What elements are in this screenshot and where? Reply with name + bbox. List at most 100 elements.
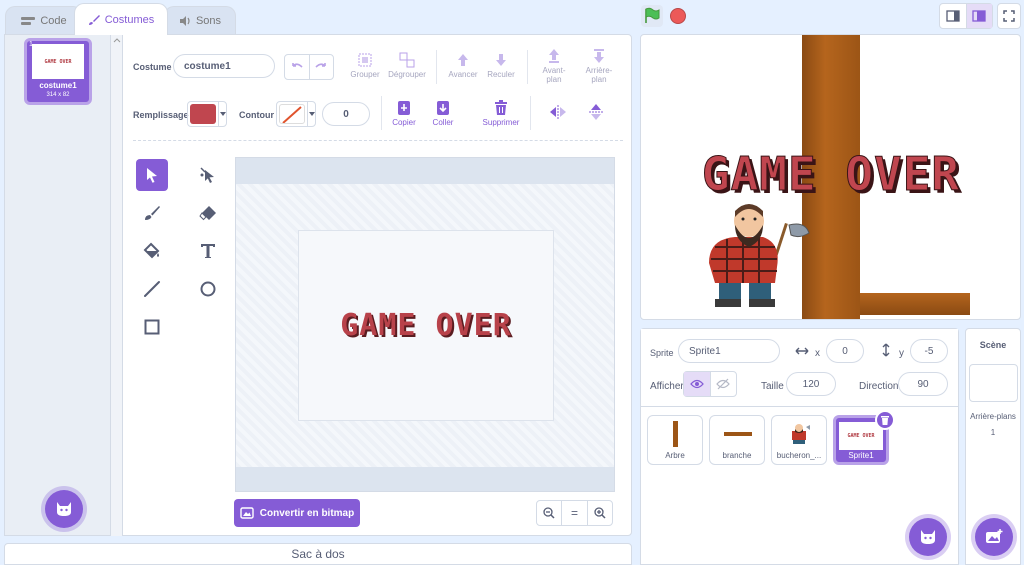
ungroup-button[interactable]: Dégrouper [387, 52, 427, 79]
tab-code[interactable]: Code [5, 6, 83, 34]
costume-item-1[interactable]: 1 GAME OVER costume1 314 x 82 [24, 38, 92, 105]
front-label: Avant- plan [542, 66, 566, 84]
back-label: Arrière- plan [585, 66, 613, 84]
bring-front-icon [549, 49, 559, 63]
drawing-canvas[interactable]: GAME OVER [298, 230, 554, 421]
game-over-sprite[interactable]: GAME OVER [685, 147, 977, 202]
paint-bucket-icon [143, 242, 160, 259]
text-tool[interactable] [192, 235, 224, 267]
circle-tool[interactable] [192, 273, 224, 305]
backdrop-thumbnail[interactable] [969, 364, 1018, 402]
backpack[interactable]: Sac à dos [4, 543, 632, 565]
copy-button[interactable]: Copier [388, 100, 420, 127]
tab-sounds-label: Sons [195, 14, 222, 27]
forward-button[interactable]: Avancer [446, 52, 480, 79]
image-icon [240, 507, 254, 519]
choose-sprite-button[interactable] [909, 518, 947, 556]
show-label: Afficher [650, 381, 684, 392]
stage-game-over-text: GAME OVER [701, 147, 961, 202]
zoom-reset-button[interactable]: = [562, 501, 588, 525]
tab-costumes[interactable]: Costumes [74, 3, 168, 35]
rectangle-tool[interactable] [136, 311, 168, 343]
speaker-icon [179, 15, 190, 26]
scene-title: Scène [979, 340, 1007, 350]
canvas-area[interactable]: GAME OVER [235, 157, 615, 492]
hide-button[interactable] [711, 372, 737, 396]
large-stage-button[interactable] [966, 4, 992, 28]
fullscreen-icon [1003, 10, 1015, 22]
convert-bitmap-button[interactable]: Convertir en bitmap [234, 499, 360, 527]
group-button[interactable]: Grouper [348, 52, 382, 79]
outline-color-picker[interactable] [276, 101, 316, 127]
costume-thumb-text: GAME OVER [44, 58, 72, 65]
toolbar-divider [381, 96, 382, 130]
direction-input[interactable]: 90 [898, 372, 948, 396]
reshape-tool[interactable] [192, 159, 224, 191]
branch-sprite[interactable] [860, 293, 970, 315]
choose-costume-button[interactable] [45, 490, 83, 528]
zoom-controls: = [536, 500, 613, 526]
front-button[interactable]: Avant- plan [537, 48, 571, 84]
x-input[interactable]: 0 [826, 339, 864, 363]
group-label: Grouper [350, 70, 380, 79]
flip-horizontal-button[interactable] [548, 104, 568, 123]
tab-sounds[interactable]: Sons [164, 6, 236, 34]
show-button[interactable] [684, 372, 711, 396]
redo-button[interactable] [310, 55, 334, 79]
sprite-name-input[interactable]: Sprite1 [678, 339, 780, 363]
delete-button[interactable]: Supprimer [480, 100, 522, 127]
line-tool[interactable] [136, 273, 168, 305]
select-tool[interactable] [136, 159, 168, 191]
costume-list-scrollbar[interactable] [110, 34, 122, 536]
sprite-tile-bucheron[interactable]: bucheron_... [771, 415, 827, 465]
sprite-tile-arbre[interactable]: Arbre [647, 415, 703, 465]
costume-name-input[interactable]: costume1 [173, 54, 275, 78]
undo-button[interactable] [285, 55, 310, 79]
lumberjack-thumbnail [792, 424, 810, 444]
sprite-tile-branche[interactable]: branche [709, 415, 765, 465]
backdrop-icon [986, 529, 1003, 543]
costume-thumbnail: GAME OVER [32, 44, 84, 79]
flip-vertical-button[interactable] [588, 102, 604, 125]
fill-tool[interactable] [136, 235, 168, 267]
choose-backdrop-button[interactable] [975, 518, 1013, 556]
lumberjack-sprite[interactable] [705, 203, 821, 311]
back-button[interactable]: Arrière- plan [581, 48, 617, 84]
reshape-icon [200, 167, 214, 183]
fill-color-picker[interactable] [187, 101, 227, 127]
delete-label: Supprimer [482, 118, 520, 127]
small-stage-button[interactable] [940, 4, 967, 28]
zoom-out-button[interactable] [537, 501, 563, 525]
y-input[interactable]: -5 [910, 339, 948, 363]
arrow-up-icon [458, 54, 468, 66]
green-flag-button[interactable] [641, 5, 663, 27]
direction-label: Direction [859, 381, 899, 392]
stage[interactable]: GAME OVER [640, 34, 1021, 320]
sprite1-thumb-text: GAME OVER [847, 433, 875, 439]
costume-label: Costume [133, 62, 172, 72]
eraser-tool[interactable] [192, 197, 224, 229]
size-input[interactable]: 120 [786, 372, 836, 396]
fullscreen-button[interactable] [997, 3, 1021, 29]
brush-tool[interactable] [136, 197, 168, 229]
outline-width-input[interactable]: 0 [322, 102, 370, 126]
sprite-name-branche: branche [722, 451, 752, 460]
large-stage-icon [972, 10, 986, 22]
eye-slash-icon [716, 378, 731, 390]
sprite-name-sprite1: Sprite1 [848, 451, 874, 460]
zoom-in-button[interactable] [588, 501, 612, 525]
line-icon [144, 281, 160, 297]
costume-size: 314 x 82 [46, 92, 70, 98]
delete-sprite-button[interactable] [875, 410, 895, 430]
backward-button[interactable]: Reculer [484, 52, 518, 79]
stop-button[interactable] [670, 8, 686, 24]
costume-list-panel [4, 34, 110, 536]
paste-button[interactable]: Coller [427, 100, 459, 127]
eye-icon [689, 379, 704, 389]
copy-icon [398, 101, 410, 115]
toolbar-divider [436, 50, 437, 84]
canvas-game-over-text[interactable]: GAME OVER [340, 308, 512, 343]
flip-vertical-icon [589, 104, 603, 120]
copy-label: Copier [392, 118, 416, 127]
arrow-down-icon [496, 54, 506, 66]
